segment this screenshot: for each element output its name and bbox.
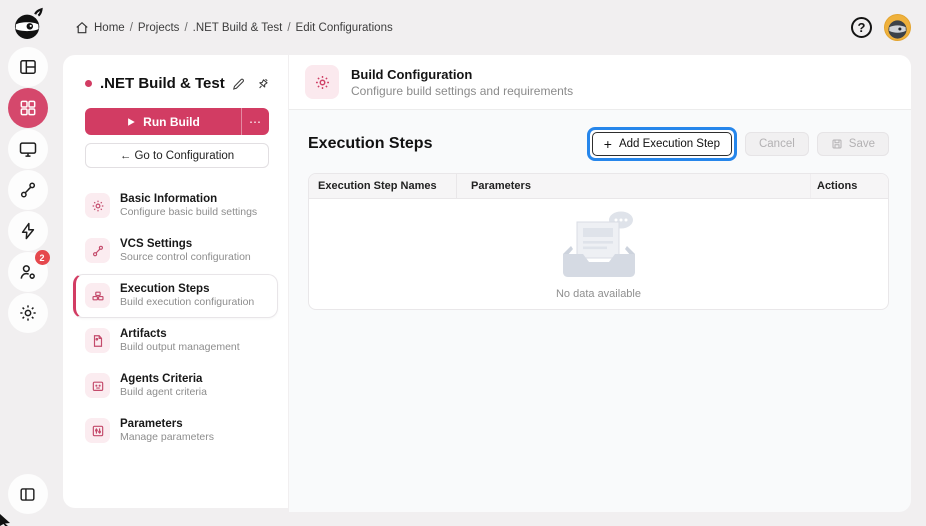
sliders-icon xyxy=(85,418,110,444)
sidebar-item-label: Basic Information xyxy=(120,193,218,205)
pencil-icon xyxy=(233,78,244,90)
section-title: Execution Steps xyxy=(308,135,433,152)
play-icon xyxy=(128,117,135,126)
sidebar-item-basic-information[interactable]: Basic Information Configure basic build … xyxy=(73,184,278,228)
gear-icon xyxy=(305,65,339,99)
breadcrumb-separator: / xyxy=(184,21,188,34)
nav-rail: 2 xyxy=(0,0,55,526)
rail-item-runs[interactable] xyxy=(7,211,48,251)
home-icon xyxy=(76,21,88,33)
page-header: Build Configuration Configure build sett… xyxy=(289,55,911,110)
column-parameters: Parameters xyxy=(457,174,811,198)
add-execution-step-label: Add Execution Step xyxy=(618,138,720,150)
app-logo[interactable] xyxy=(7,4,49,46)
sidebar-item-vcs-settings[interactable]: VCS Settings Source control configuratio… xyxy=(73,229,278,273)
save-button[interactable]: Save xyxy=(816,132,889,156)
blocks-icon xyxy=(85,283,110,309)
sidebar-item-parameters[interactable]: Parameters Manage parameters xyxy=(73,409,278,453)
user-avatar[interactable] xyxy=(884,14,911,41)
rail-item-dashboard[interactable] xyxy=(7,47,48,87)
monitor-icon xyxy=(19,142,36,157)
sidebar-item-desc: Configure basic build settings xyxy=(120,206,258,219)
rail-item-users[interactable]: 2 xyxy=(7,250,50,292)
sidebar-item-desc: Source control configuration xyxy=(120,251,251,264)
rail-item-vcs[interactable] xyxy=(7,170,48,210)
rail-item-projects[interactable] xyxy=(7,88,48,128)
mouse-cursor xyxy=(0,514,10,526)
pin-icon xyxy=(259,78,268,88)
sidebar-item-label: Execution Steps xyxy=(120,283,210,296)
breadcrumb-separator: / xyxy=(287,21,291,34)
breadcrumb-projects[interactable]: Projects xyxy=(138,22,180,34)
sidebar-item-label: Artifacts xyxy=(120,328,167,341)
sidebar-item-desc: Manage parameters xyxy=(120,431,214,444)
project-panel: .NET Build & Test Run Build ⋯ ← Go to Co… xyxy=(63,55,288,508)
breadcrumb-separator: / xyxy=(129,21,133,34)
sidebar-item-desc: Build agent criteria xyxy=(120,386,207,399)
page-subtitle: Configure build settings and requirement… xyxy=(351,83,574,98)
project-header: .NET Build & Test xyxy=(63,55,288,92)
empty-state: No data available xyxy=(309,199,888,309)
sidebar-menu: Basic Information Configure basic build … xyxy=(63,184,288,453)
column-actions: Actions xyxy=(817,180,858,192)
page-title: Build Configuration xyxy=(351,66,473,82)
breadcrumb-project-name[interactable]: .NET Build & Test xyxy=(193,22,283,34)
sidebar-item-label: VCS Settings xyxy=(120,238,193,251)
sidebar-item-label: Agents Criteria xyxy=(120,373,203,386)
table-header: Execution Step Names Parameters Actions xyxy=(309,174,888,199)
lightning-icon xyxy=(21,222,34,240)
file-icon xyxy=(85,328,110,354)
inbox-illustration xyxy=(562,211,635,277)
add-execution-step-button[interactable]: + Add Execution Step xyxy=(591,132,732,156)
gear-icon xyxy=(85,193,110,218)
rail-item-agents[interactable] xyxy=(7,129,48,169)
plus-icon: + xyxy=(603,136,612,152)
goto-configuration-button[interactable]: ← Go to Configuration xyxy=(85,143,269,168)
question-mark-icon: ? xyxy=(857,20,866,35)
ninja-avatar-icon xyxy=(888,20,907,39)
edit-project-button[interactable] xyxy=(232,77,246,91)
breadcrumb-home[interactable]: Home xyxy=(94,22,125,34)
sidebar-item-execution-steps[interactable]: Execution Steps Build execution configur… xyxy=(73,274,278,319)
save-icon xyxy=(832,139,842,149)
help-button[interactable]: ? xyxy=(851,17,872,38)
git-branch-icon xyxy=(85,238,110,264)
run-build-more-button[interactable]: ⋯ xyxy=(241,108,269,135)
collapse-sidebar-button[interactable] xyxy=(7,474,48,514)
sidebar-item-desc: Build execution configuration xyxy=(120,296,255,309)
cancel-button[interactable]: Cancel xyxy=(744,132,809,156)
ellipsis-icon: ⋯ xyxy=(249,114,262,129)
grid-icon xyxy=(20,100,35,116)
goto-configuration-label: ← Go to Configuration xyxy=(119,149,235,162)
steps-table: Execution Step Names Parameters Actions xyxy=(308,173,889,310)
topbar: Home / Projects / .NET Build & Test / Ed… xyxy=(55,0,926,55)
breadcrumb-current-page: Edit Configurations xyxy=(295,21,393,34)
panel-left-icon xyxy=(20,487,35,501)
git-branch-icon xyxy=(20,182,35,198)
notifications-badge: 2 xyxy=(34,250,50,265)
column-step-names: Execution Step Names xyxy=(309,174,457,198)
save-label: Save xyxy=(848,138,875,150)
sidebar-item-desc: Build output management xyxy=(120,341,240,354)
pin-project-button[interactable] xyxy=(256,77,270,91)
sidebar-item-artifacts[interactable]: Artifacts Build output management xyxy=(73,319,278,363)
focus-highlight: + Add Execution Step xyxy=(586,127,737,161)
rail-item-settings[interactable] xyxy=(7,293,48,333)
cancel-label: Cancel xyxy=(758,138,795,150)
sidebar-item-agents-criteria[interactable]: Agents Criteria Build agent criteria xyxy=(73,364,278,408)
ninja-logo-icon xyxy=(14,7,43,39)
sidebar-item-label: Parameters xyxy=(120,418,183,431)
run-build-button[interactable]: Run Build ⋯ xyxy=(85,108,269,135)
breadcrumb: Home / Projects / .NET Build & Test / Ed… xyxy=(75,21,393,35)
main-panel: Build Configuration Configure build sett… xyxy=(289,55,911,512)
project-status-dot xyxy=(85,80,92,87)
gear-icon xyxy=(19,305,36,321)
layout-icon xyxy=(19,60,36,74)
project-title: .NET Build & Test xyxy=(100,75,225,92)
no-data-text: No data available xyxy=(555,288,641,300)
user-gear-icon xyxy=(20,265,35,279)
run-build-label: Run Build xyxy=(143,114,200,129)
bot-face-icon xyxy=(85,373,110,399)
